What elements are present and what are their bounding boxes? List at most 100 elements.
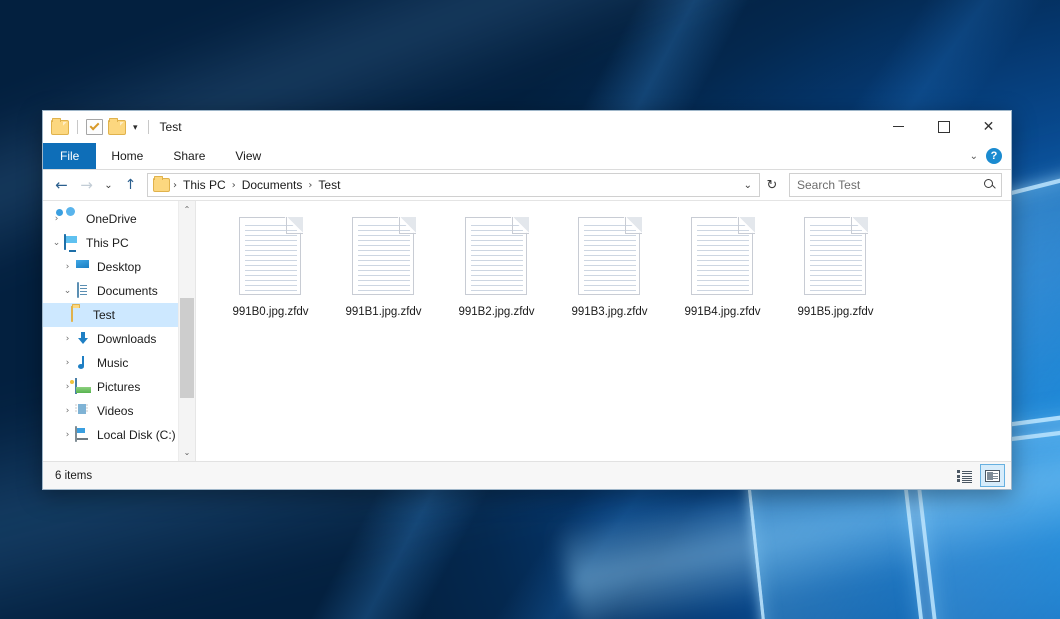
desktop-icon (75, 259, 91, 275)
file-list-pane[interactable]: 991B0.jpg.zfdv 991B1.jpg.zfdv 991B2.jpg.… (196, 201, 1011, 461)
breadcrumb-documents[interactable]: Documents (239, 178, 306, 192)
view-mode-buttons (952, 464, 1005, 487)
generic-document-icon (465, 217, 529, 297)
folder-icon[interactable] (51, 120, 69, 135)
breadcrumb-test[interactable]: Test (315, 178, 343, 192)
refresh-button[interactable]: ↻ (760, 174, 784, 196)
generic-document-icon (578, 217, 642, 297)
tab-file[interactable]: File (43, 143, 96, 169)
sidebar-item-label: Test (93, 308, 115, 322)
generic-document-icon (804, 217, 868, 297)
sidebar-item-music[interactable]: › Music (43, 351, 195, 375)
window-controls: ✕ (876, 111, 1011, 143)
chevron-down-icon[interactable]: ⌄ (60, 286, 75, 296)
sidebar-item-label: Videos (97, 404, 133, 418)
scroll-up-button[interactable]: ⌃ (179, 201, 195, 218)
chevron-right-icon[interactable]: › (60, 406, 75, 416)
sidebar-item-label: Desktop (97, 260, 141, 274)
scrollbar-track[interactable] (179, 218, 195, 444)
sidebar-item-pictures[interactable]: › Pictures (43, 375, 195, 399)
sidebar-item-label: Music (97, 356, 128, 370)
quick-access-toolbar: ▾ (43, 111, 152, 143)
search-input[interactable]: Search Test (797, 178, 983, 192)
list-item[interactable]: 991B3.jpg.zfdv (553, 213, 666, 345)
tab-view[interactable]: View (220, 143, 276, 169)
sidebar-item-label: OneDrive (86, 212, 137, 226)
chevron-right-icon[interactable]: › (60, 334, 75, 344)
minimize-icon (893, 126, 904, 127)
title-bar: ▾ Test ✕ (43, 111, 1011, 143)
large-icons-view-button[interactable] (980, 464, 1005, 487)
list-item[interactable]: 991B4.jpg.zfdv (666, 213, 779, 345)
chevron-right-icon[interactable]: › (49, 214, 64, 224)
close-button[interactable]: ✕ (966, 111, 1011, 142)
scroll-down-button[interactable]: ⌄ (179, 444, 195, 461)
sidebar-item-desktop[interactable]: › Desktop (43, 255, 195, 279)
chevron-down-icon[interactable]: ▾ (131, 123, 140, 132)
list-item[interactable]: 991B2.jpg.zfdv (440, 213, 553, 345)
new-folder-icon[interactable] (108, 120, 126, 135)
up-button[interactable]: ↑ (118, 173, 143, 197)
sidebar-item-label: Pictures (97, 380, 140, 394)
sidebar-item-label: Downloads (97, 332, 156, 346)
large-icons-view-icon (985, 470, 1000, 482)
maximize-icon (938, 121, 950, 133)
breadcrumb-separator: › (170, 180, 180, 191)
pictures-icon (75, 379, 91, 395)
ribbon-tab-bar: File Home Share View ⌄ ? (43, 143, 1011, 170)
chevron-right-icon[interactable]: › (60, 358, 75, 368)
close-icon: ✕ (983, 120, 995, 134)
sidebar-item-downloads[interactable]: › Downloads (43, 327, 195, 351)
sidebar-item-test[interactable]: Test (43, 303, 195, 327)
scrollbar-thumb[interactable] (180, 298, 194, 398)
details-view-button[interactable] (952, 464, 977, 487)
folder-icon (153, 178, 170, 192)
breadcrumb-separator: › (305, 180, 315, 191)
generic-document-icon (352, 217, 416, 297)
desktop-background: ▾ Test ✕ File Home Share View ⌄ ? ← → (0, 0, 1060, 619)
recent-locations-button[interactable]: ⌄ (99, 173, 118, 197)
tab-home[interactable]: Home (96, 143, 158, 169)
music-icon (75, 355, 91, 371)
breadcrumb-separator: › (229, 180, 239, 191)
help-icon[interactable]: ? (986, 148, 1002, 164)
search-box[interactable]: Search Test (789, 173, 1002, 197)
sidebar-scrollbar[interactable]: ⌃ ⌄ (178, 201, 195, 461)
properties-checkmark-icon[interactable] (86, 119, 103, 135)
cloud-icon (64, 211, 80, 227)
navigation-pane: › OneDrive ⌄ This PC › Desktop ⌄ (43, 201, 196, 461)
window-body: › OneDrive ⌄ This PC › Desktop ⌄ (43, 200, 1011, 461)
folder-icon (71, 307, 87, 323)
breadcrumb-this-pc[interactable]: This PC (180, 178, 229, 192)
sidebar-item-videos[interactable]: › Videos (43, 399, 195, 423)
sidebar-item-this-pc[interactable]: ⌄ This PC (43, 231, 195, 255)
videos-icon (75, 403, 91, 419)
tab-share[interactable]: Share (158, 143, 220, 169)
address-bar-row: ← → ⌄ ↑ › This PC › Documents › Test ⌄ ↻… (43, 170, 1011, 200)
toolbar-divider-2 (148, 120, 149, 134)
back-button[interactable]: ← (49, 173, 74, 197)
sidebar-item-label: This PC (86, 236, 129, 250)
list-item[interactable]: 991B5.jpg.zfdv (779, 213, 892, 345)
chevron-right-icon[interactable]: › (60, 262, 75, 272)
file-name-label: 991B0.jpg.zfdv (230, 305, 310, 319)
list-item[interactable]: 991B1.jpg.zfdv (327, 213, 440, 345)
address-input[interactable]: › This PC › Documents › Test ⌄ (147, 173, 760, 197)
maximize-button[interactable] (921, 111, 966, 142)
list-item[interactable]: 991B0.jpg.zfdv (214, 213, 327, 345)
status-bar: 6 items (43, 461, 1011, 489)
documents-icon (75, 283, 91, 299)
ribbon-right-controls: ⌄ ? (970, 143, 1011, 169)
chevron-down-icon[interactable]: ⌄ (737, 180, 759, 191)
window-title: Test (160, 120, 182, 134)
chevron-down-icon[interactable]: ⌄ (970, 151, 978, 162)
sidebar-item-documents[interactable]: ⌄ Documents (43, 279, 195, 303)
pc-icon (64, 235, 80, 251)
sidebar-item-onedrive[interactable]: › OneDrive (43, 207, 195, 231)
sidebar-item-local-disk-c[interactable]: › Local Disk (C:) (43, 423, 195, 447)
chevron-right-icon[interactable]: › (60, 430, 75, 440)
chevron-down-icon[interactable]: ⌄ (49, 238, 64, 248)
generic-document-icon (691, 217, 755, 297)
minimize-button[interactable] (876, 111, 921, 142)
file-name-label: 991B5.jpg.zfdv (795, 305, 875, 319)
